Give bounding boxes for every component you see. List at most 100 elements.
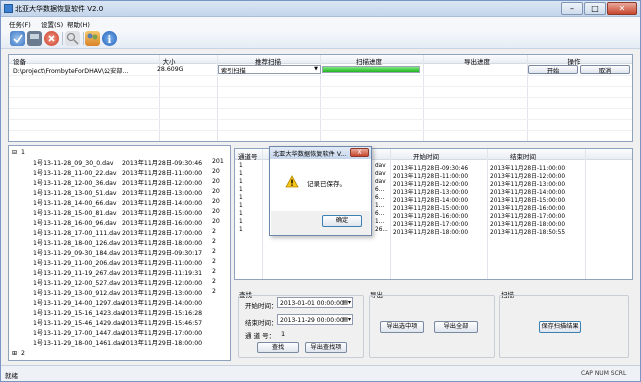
users-icon[interactable]	[85, 31, 100, 46]
close-button[interactable]: ✕	[607, 2, 637, 15]
channel-cell-name: 1...	[375, 219, 385, 225]
tree-file-name[interactable]: 1号13-11-28_16-00_96.dav	[33, 218, 117, 227]
tree-file-name[interactable]: 1号13-11-28_11-00_22.dav	[33, 168, 117, 177]
info-icon[interactable]: i	[102, 31, 117, 46]
end-time-picker[interactable]: 2013-11-29 00:00:00 ▤▾	[277, 314, 353, 325]
device-size: 28.609G	[157, 66, 184, 73]
scan-type-select[interactable]: 索引扫描 ▼	[218, 65, 321, 75]
col-start-time: 开始时间	[413, 153, 439, 161]
grid-line	[9, 108, 632, 109]
channel-input[interactable]: 1	[281, 330, 285, 338]
tree-file-time: 2013年11月28日-12:00:00	[122, 180, 203, 187]
menu-task[interactable]: 任务(F)	[9, 19, 31, 29]
tree-file-time: 2013年11月29日-13:00:00	[122, 290, 203, 297]
col-export-progress: 导出进度	[464, 58, 490, 66]
tree-file-name[interactable]: 1号13-11-29_13-00_912.dav	[33, 288, 121, 297]
search-icon[interactable]	[65, 31, 80, 46]
tree-file-time: 2013年11月28日-18:00:00	[122, 240, 203, 247]
grid-line	[487, 149, 488, 279]
tree-file-name[interactable]: 1号13-11-29_11-19_267.dav	[33, 268, 121, 277]
tree-file-name[interactable]: 1号13-11-28_17-00_111.dav	[33, 228, 121, 237]
tree-file-time: 2013年11月29日-12:00:00	[122, 280, 203, 287]
tree-file-name[interactable]: 1号13-11-28_09_30_0.dav	[33, 158, 114, 167]
calendar-icon[interactable]: ▤▾	[342, 316, 351, 323]
warning-icon	[285, 175, 299, 188]
start-button[interactable]: 开始	[528, 65, 578, 75]
grid-line	[585, 149, 586, 279]
col-scan-progress: 扫描进度	[356, 58, 382, 66]
tree-file-name[interactable]: 1号13-11-28_15-00_81.dav	[33, 208, 117, 217]
tree-file-count: 2	[212, 278, 216, 285]
maximize-button[interactable]: □	[584, 2, 606, 15]
channel-cell-ch: 1	[239, 179, 243, 185]
stop-icon[interactable]	[44, 31, 59, 46]
tree-file-time: 2013年11月29日-17:00:00	[122, 330, 203, 337]
channel-cell-name: 6...	[375, 187, 385, 193]
tree-file-name[interactable]: 1号13-11-28_13-00_51.dav	[33, 188, 117, 197]
find-button[interactable]: 查找	[257, 342, 299, 353]
dialog-body: 记录已保存。	[271, 159, 370, 211]
device-path[interactable]: D:\project\FrombyteForDHAV\公安部...	[13, 66, 128, 75]
app-window: 北亚大华数据恢复软件 V2.0 – □ ✕ 任务(F) 设置(S) 帮助(H) …	[0, 0, 641, 382]
channel-cell-ch: 1	[239, 203, 243, 209]
toolbar-separator	[83, 32, 84, 45]
tree-file-count: 20	[212, 218, 220, 225]
tree-file-name[interactable]: 1号13-11-29_15-46_1429.dav	[33, 318, 124, 327]
grid-line	[9, 119, 632, 120]
tree-file-name[interactable]: 1号13-11-28_18-00_126.dav	[33, 238, 121, 247]
title-bar: 北亚大华数据恢复软件 V2.0 – □ ✕	[1, 1, 640, 17]
tree-file-name[interactable]: 1号13-11-28_14-00_66.dav	[33, 198, 117, 207]
dialog-title-bar: 北亚大华数据恢复软件 V... X	[270, 147, 371, 159]
menu-help[interactable]: 帮助(H)	[67, 19, 90, 29]
tree-file-name[interactable]: 1号13-11-29_15-16_1423.dav	[33, 308, 124, 317]
disk-icon[interactable]	[27, 31, 42, 46]
col-device: 设备	[13, 58, 26, 66]
export-all-button[interactable]: 导出全部	[434, 321, 478, 333]
ok-button[interactable]: 确定	[322, 215, 362, 227]
start-time-value: 2013-01-01 00:00:00	[280, 300, 344, 307]
tree-toggle-2[interactable]: ⊞	[12, 350, 17, 357]
channel-cell-name: dav	[375, 171, 386, 177]
tree-file-time: 2013年11月28日-15:00:00	[122, 210, 203, 217]
minimize-button[interactable]: –	[561, 2, 583, 15]
end-time-label: 结束时间：	[245, 319, 278, 327]
tree-file-name[interactable]: 1号13-11-29_18-00_1461.dav	[33, 338, 124, 347]
tree-file-name[interactable]: 1号13-11-29_14-00_1297.dav	[33, 298, 124, 307]
channel-cell-name: 6...	[375, 195, 385, 201]
channel-cell-ch: 1	[239, 171, 243, 177]
tree-file-time: 2013年11月29日-09:30:17	[122, 250, 203, 257]
start-time-picker[interactable]: 2013-01-01 00:00:00 ▤▾	[277, 297, 353, 308]
channel-cell-start: 2013年11月28日-18:00:00	[393, 230, 469, 236]
tree-file-count: 20	[212, 168, 220, 175]
bottom-panel: 查找 开始时间： 2013-01-01 00:00:00 ▤▾ 结束时间： 20…	[234, 284, 633, 362]
tree-file-name[interactable]: 1号13-11-29_11-00_206.dav	[33, 258, 121, 267]
tree-file-name[interactable]: 1号13-11-28_12-00_36.dav	[33, 178, 117, 187]
start-time-label: 开始时间：	[245, 302, 278, 310]
cancel-button[interactable]: 取消	[580, 65, 630, 75]
tree-node-2[interactable]: 2	[21, 350, 25, 357]
toolbar: i	[1, 29, 640, 49]
file-tree: ⊟ 1 1号13-11-28_09_30_0.dav 2013年11月28日-09…	[8, 145, 231, 361]
menu-settings[interactable]: 设置(S)	[41, 19, 63, 29]
tree-file-name[interactable]: 1号13-11-29_12-00_527.dav	[33, 278, 121, 287]
tree-file-name[interactable]: 1号13-11-29_09-30_184.dav	[33, 248, 121, 257]
tree-file-time: 2013年11月29日-15:16:28	[122, 310, 203, 317]
check-icon[interactable]	[10, 31, 25, 46]
tree-file-name[interactable]: 1号13-11-29_17-00_1447.dav	[33, 328, 124, 337]
tree-node-1[interactable]: 1	[21, 149, 25, 156]
dialog-close-button[interactable]: X	[350, 148, 369, 157]
tree-toggle-1[interactable]: ⊟	[12, 149, 17, 156]
save-scan-result-button[interactable]: 保存扫描结果	[539, 321, 581, 333]
export-find-button[interactable]: 导出查找项	[305, 342, 347, 353]
tree-file-time: 2013年11月29日-18:00:00	[122, 340, 203, 347]
tree-file-time: 2013年11月28日-14:00:00	[122, 200, 203, 207]
tree-file-time: 2013年11月28日-17:00:00	[122, 230, 203, 237]
export-selected-button[interactable]: 导出选中项	[380, 321, 424, 333]
tree-file-count: 2	[212, 228, 216, 235]
scan-type-value: 索引扫描	[221, 68, 246, 75]
calendar-icon[interactable]: ▤▾	[342, 299, 351, 306]
chevron-down-icon: ▼	[314, 66, 318, 72]
channel-label: 通 道 号：	[245, 332, 276, 340]
tree-file-count: 20	[212, 208, 220, 215]
tree-file-count: 20	[212, 188, 220, 195]
